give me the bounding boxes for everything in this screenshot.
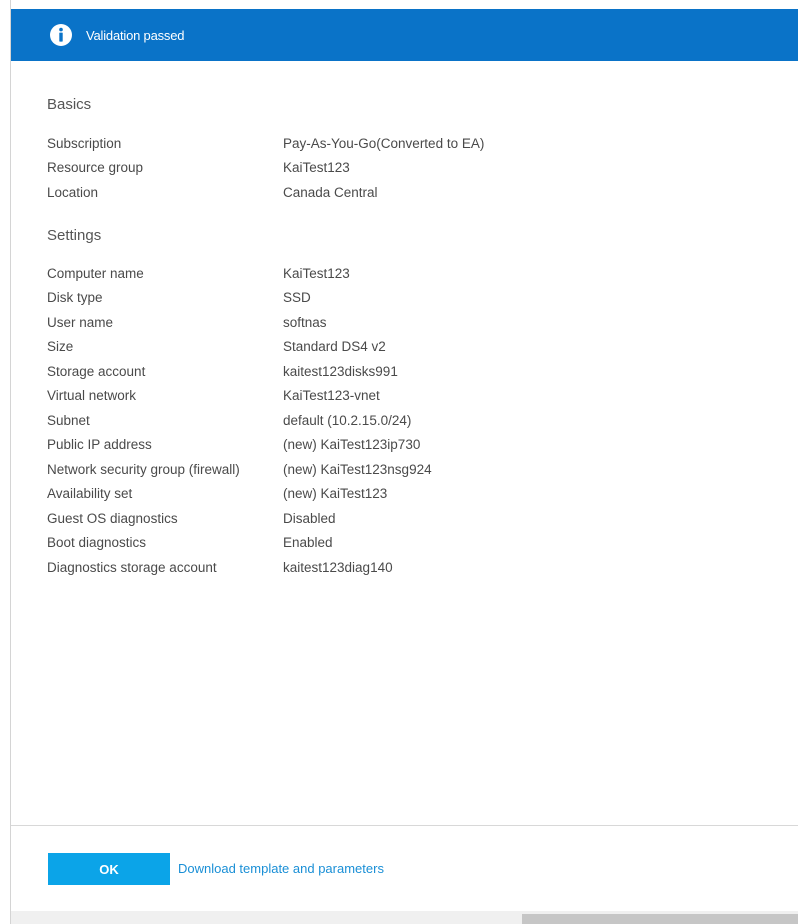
list-item: Network security group (firewall) (new) … bbox=[47, 457, 787, 482]
row-value: KaiTest123 bbox=[283, 160, 350, 176]
row-value: softnas bbox=[283, 314, 327, 330]
row-value: Enabled bbox=[283, 535, 333, 551]
row-label: Subscription bbox=[47, 135, 122, 151]
list-item: Availability set (new) KaiTest123 bbox=[47, 482, 787, 507]
banner-text: Validation passed bbox=[86, 27, 185, 43]
list-item: Size Standard DS4 v2 bbox=[47, 335, 787, 360]
list-item: Subnet default (10.2.15.0/24) bbox=[47, 408, 787, 433]
row-label: Size bbox=[47, 339, 74, 355]
row-label: Storage account bbox=[47, 363, 146, 379]
row-label: Computer name bbox=[47, 265, 144, 281]
list-item: Public IP address (new) KaiTest123ip730 bbox=[47, 433, 787, 458]
settings-list: Computer name KaiTest123 Disk type SSD U… bbox=[47, 261, 787, 580]
row-label: Availability set bbox=[47, 486, 133, 502]
row-label: Guest OS diagnostics bbox=[47, 510, 178, 526]
list-item: Boot diagnostics Enabled bbox=[47, 531, 787, 556]
row-value: kaitest123disks991 bbox=[283, 363, 398, 379]
row-label: Resource group bbox=[47, 160, 144, 176]
ok-button[interactable]: OK bbox=[48, 853, 170, 885]
list-item: Computer name KaiTest123 bbox=[47, 261, 787, 286]
basics-heading: Basics bbox=[47, 96, 92, 113]
row-label: Boot diagnostics bbox=[47, 535, 147, 551]
list-item: Diagnostics storage account kaitest123di… bbox=[47, 555, 787, 580]
download-template-link[interactable]: Download template and parameters bbox=[178, 861, 384, 876]
row-value: KaiTest123-vnet bbox=[283, 388, 380, 404]
row-value: Standard DS4 v2 bbox=[283, 339, 386, 355]
scrollbar-thumb[interactable] bbox=[522, 914, 798, 924]
row-value: Pay-As-You-Go(Converted to EA) bbox=[283, 135, 485, 151]
row-value: Disabled bbox=[283, 510, 336, 526]
list-item: Resource group KaiTest123 bbox=[47, 156, 787, 181]
row-label: Public IP address bbox=[47, 437, 152, 453]
summary-blade: Validation passed Basics Subscription Pa… bbox=[10, 0, 798, 924]
row-label: Network security group (firewall) bbox=[47, 461, 240, 477]
row-label: Disk type bbox=[47, 290, 103, 306]
row-value: KaiTest123 bbox=[283, 265, 350, 281]
list-item: Virtual network KaiTest123-vnet bbox=[47, 384, 787, 409]
row-value: (new) KaiTest123nsg924 bbox=[283, 461, 432, 477]
list-item: Location Canada Central bbox=[47, 180, 787, 205]
list-item: Disk type SSD bbox=[47, 286, 787, 311]
row-value: SSD bbox=[283, 290, 311, 306]
info-icon bbox=[48, 22, 74, 48]
row-label: User name bbox=[47, 314, 114, 330]
footer-divider bbox=[11, 825, 798, 826]
row-label: Diagnostics storage account bbox=[47, 559, 217, 575]
basics-list: Subscription Pay-As-You-Go(Converted to … bbox=[47, 131, 787, 205]
row-value: (new) KaiTest123 bbox=[283, 486, 388, 502]
row-label: Virtual network bbox=[47, 388, 137, 404]
row-value: Canada Central bbox=[283, 184, 378, 200]
row-label: Subnet bbox=[47, 412, 90, 428]
row-value: default (10.2.15.0/24) bbox=[283, 412, 412, 428]
row-value: (new) KaiTest123ip730 bbox=[283, 437, 421, 453]
row-label: Location bbox=[47, 184, 99, 200]
list-item: User name softnas bbox=[47, 310, 787, 335]
list-item: Subscription Pay-As-You-Go(Converted to … bbox=[47, 131, 787, 156]
settings-heading: Settings bbox=[47, 227, 102, 244]
validation-banner: Validation passed bbox=[11, 9, 798, 61]
list-item: Storage account kaitest123disks991 bbox=[47, 359, 787, 384]
row-value: kaitest123diag140 bbox=[283, 559, 393, 575]
list-item: Guest OS diagnostics Disabled bbox=[47, 506, 787, 531]
